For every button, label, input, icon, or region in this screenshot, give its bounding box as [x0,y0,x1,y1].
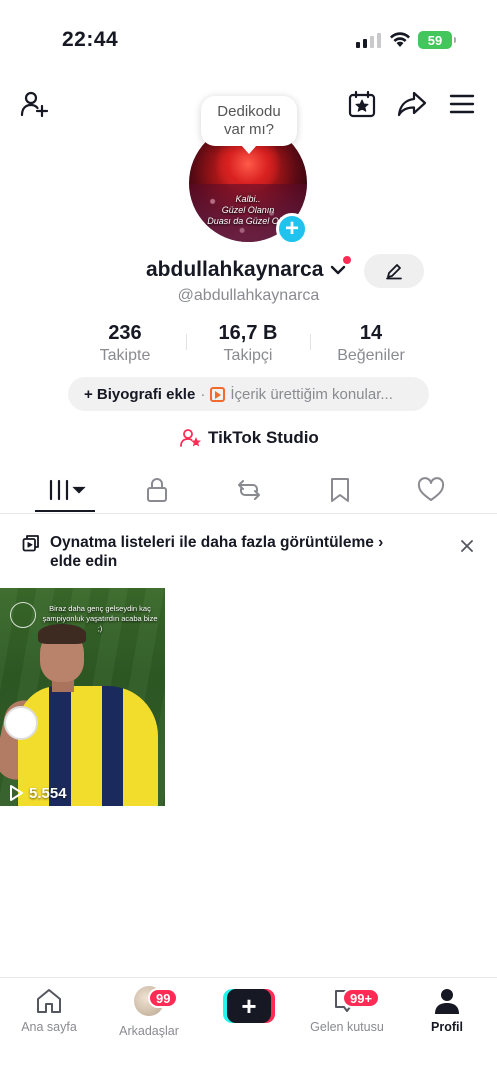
add-avatar-button[interactable]: + [276,213,308,245]
battery-indicator: 59 [418,31,456,49]
bottom-nav: Ana sayfa Arkadaşlar 99 + Gelen kutusu 9… [0,977,497,1080]
tab-liked[interactable] [411,474,451,506]
studio-label: TikTok Studio [208,428,319,447]
repost-icon [238,480,260,500]
tiktok-studio-button[interactable]: TikTok Studio [180,428,319,448]
club-crest-icon [10,602,36,628]
bookmark-icon [331,478,349,502]
notification-dot [343,256,351,264]
playlist-icon [22,535,39,552]
pencil-icon [386,264,402,280]
nav-label: Ana sayfa [21,1020,77,1034]
nav-profile[interactable]: Profil [402,986,492,1034]
profile-tabs [0,466,497,514]
following-stat[interactable]: 236 Takipte [85,322,165,365]
status-note-bubble[interactable]: Dedikodu var mı? [201,96,297,154]
wifi-icon [390,32,410,47]
stat-label: Beğeniler [337,347,405,364]
active-tab-indicator [35,510,95,512]
friends-badge: 99 [148,988,179,1008]
nav-label: Arkadaşlar [119,1024,179,1038]
heart-icon [417,477,445,501]
cellular-signal-icon [356,33,381,48]
tab-private[interactable] [137,474,177,506]
create-button[interactable]: + [223,989,275,1023]
nav-home[interactable]: Ana sayfa [4,986,94,1034]
stat-label: Takipte [99,347,151,364]
status-time: 22:44 [62,28,119,51]
tab-reposts[interactable] [229,474,269,506]
stat-value: 236 [108,322,142,344]
tab-videos[interactable] [45,474,89,506]
inbox-badge: 99+ [342,988,381,1008]
calendar-star-icon[interactable] [346,88,378,120]
share-icon[interactable] [396,88,428,120]
close-icon[interactable] [457,536,477,556]
play-icon [10,785,23,801]
plus-icon: + [227,989,271,1023]
content-topics-button[interactable]: İçerik ürettiğim konular... [230,386,393,403]
add-bio-button[interactable]: + Biyografi ekle [84,386,195,403]
stat-label: Takipçi [223,347,273,364]
status-bar: 22:44 59 [0,0,497,80]
profile-handle: @abdullahkaynarca [177,287,320,304]
video-thumbnail[interactable]: Biraz daha genç gelseydin kaç şampiyonlu… [0,588,165,806]
nav-friends[interactable]: Arkadaşlar 99 [104,986,194,1038]
play-box-icon [210,386,226,402]
followers-stat[interactable]: 16,7 B Takipçi [200,322,296,365]
studio-person-icon [180,429,202,447]
profile-icon [435,989,459,1014]
menu-icon[interactable] [446,88,478,120]
add-friend-icon[interactable] [18,88,50,120]
bio-pill: + Biyografi ekle · İçerik ürettiğim konu… [68,377,429,411]
likes-stat[interactable]: 14 Beğeniler [326,322,416,365]
edit-profile-button[interactable] [364,254,424,288]
stat-value: 14 [359,322,383,344]
nav-inbox[interactable]: Gelen kutusu 99+ [302,986,392,1034]
lock-icon [147,478,167,502]
nav-label: Gelen kutusu [310,1020,384,1034]
chevron-down-icon[interactable] [330,263,346,277]
football [4,706,38,740]
playlist-promo-banner[interactable]: Oynatma listeleri ile daha fazla görüntü… [50,533,410,571]
tab-saved[interactable] [320,474,360,506]
nav-label: Profil [431,1020,463,1034]
profile-username[interactable]: abdullahkaynarca [146,258,323,282]
grid-bars-icon [49,479,86,501]
home-icon [37,989,61,1013]
video-caption: Biraz daha genç gelseydin kaç şampiyonlu… [42,604,158,633]
stat-value: 16,7 B [218,322,278,344]
view-count: 5.554 [29,784,67,802]
video-views: 5.554 [8,784,67,802]
